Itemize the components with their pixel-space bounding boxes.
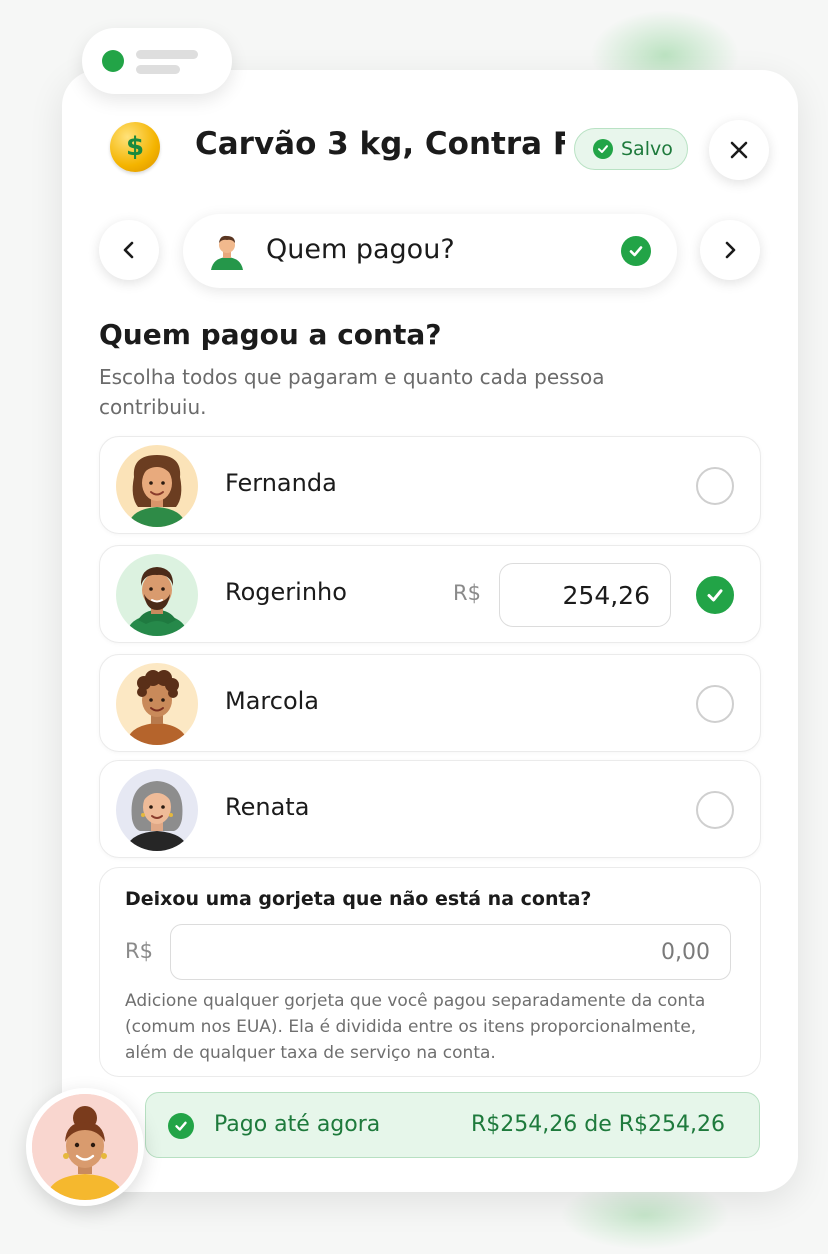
payer-checkbox[interactable]	[696, 467, 734, 505]
payer-name: Marcola	[225, 687, 320, 715]
chevron-right-icon	[725, 241, 736, 259]
check-icon	[168, 1113, 194, 1139]
tip-question: Deixou uma gorjeta que não está na conta…	[125, 888, 592, 910]
chevron-left-icon	[123, 241, 134, 259]
avatar	[32, 1094, 138, 1200]
payer-checkbox[interactable]	[696, 685, 734, 723]
app-stage: $ Carvão 3 kg, Contra Fi... Salvo Quem p…	[0, 0, 828, 1254]
placeholder-line	[136, 65, 180, 74]
saved-status-badge: Salvo	[574, 128, 688, 170]
payer-row-renata[interactable]: Renata	[99, 760, 761, 858]
step-label: Quem pagou?	[266, 234, 455, 265]
payer-row-fernanda[interactable]: Fernanda	[99, 436, 761, 534]
previous-step-button[interactable]	[99, 220, 159, 280]
currency-label: R$	[125, 939, 153, 963]
saved-label: Salvo	[621, 138, 673, 160]
payer-checkbox[interactable]	[696, 791, 734, 829]
placeholder-line	[136, 50, 198, 59]
paid-label: Pago até agora	[214, 1112, 381, 1137]
payer-name: Fernanda	[225, 469, 337, 497]
paid-summary-bar: Pago até agora R$254,26 de R$254,26	[145, 1092, 760, 1158]
amount-input[interactable]	[499, 563, 671, 627]
page-title: Carvão 3 kg, Contra Fi...	[195, 126, 565, 162]
tip-description: Adicione qualquer gorjeta que você pagou…	[125, 991, 706, 1063]
paid-value: R$254,26 de R$254,26	[470, 1112, 725, 1137]
status-dot	[102, 50, 124, 72]
check-icon	[593, 139, 613, 159]
payer-checkbox[interactable]	[696, 576, 734, 614]
tip-amount-input[interactable]	[170, 924, 731, 980]
question-subtitle: Escolha todos que pagaram e quanto cada …	[99, 365, 605, 419]
dollar-coin-icon: $	[110, 122, 160, 172]
payer-name: Renata	[225, 793, 310, 821]
avatar-marcola	[116, 663, 198, 745]
current-user-avatar[interactable]	[26, 1088, 144, 1206]
currency-label: R$	[453, 581, 481, 605]
status-chip	[82, 28, 232, 94]
avatar-rogerinho	[116, 554, 198, 636]
avatar-fernanda	[116, 445, 198, 527]
payer-name: Rogerinho	[225, 578, 347, 606]
payer-row-rogerinho[interactable]: Rogerinho R$	[99, 545, 761, 643]
check-icon	[707, 589, 723, 602]
tip-section: Deixou uma gorjeta que não está na conta…	[99, 867, 761, 1077]
close-button[interactable]	[709, 120, 769, 180]
question-title: Quem pagou a conta?	[99, 318, 442, 351]
coin-symbol: $	[125, 132, 145, 162]
payer-row-marcola[interactable]: Marcola	[99, 654, 761, 752]
check-icon	[621, 236, 651, 266]
close-icon	[730, 141, 748, 159]
step-indicator[interactable]: Quem pagou?	[183, 214, 677, 288]
person-icon	[207, 230, 247, 270]
next-step-button[interactable]	[700, 220, 760, 280]
avatar-renata	[116, 769, 198, 851]
